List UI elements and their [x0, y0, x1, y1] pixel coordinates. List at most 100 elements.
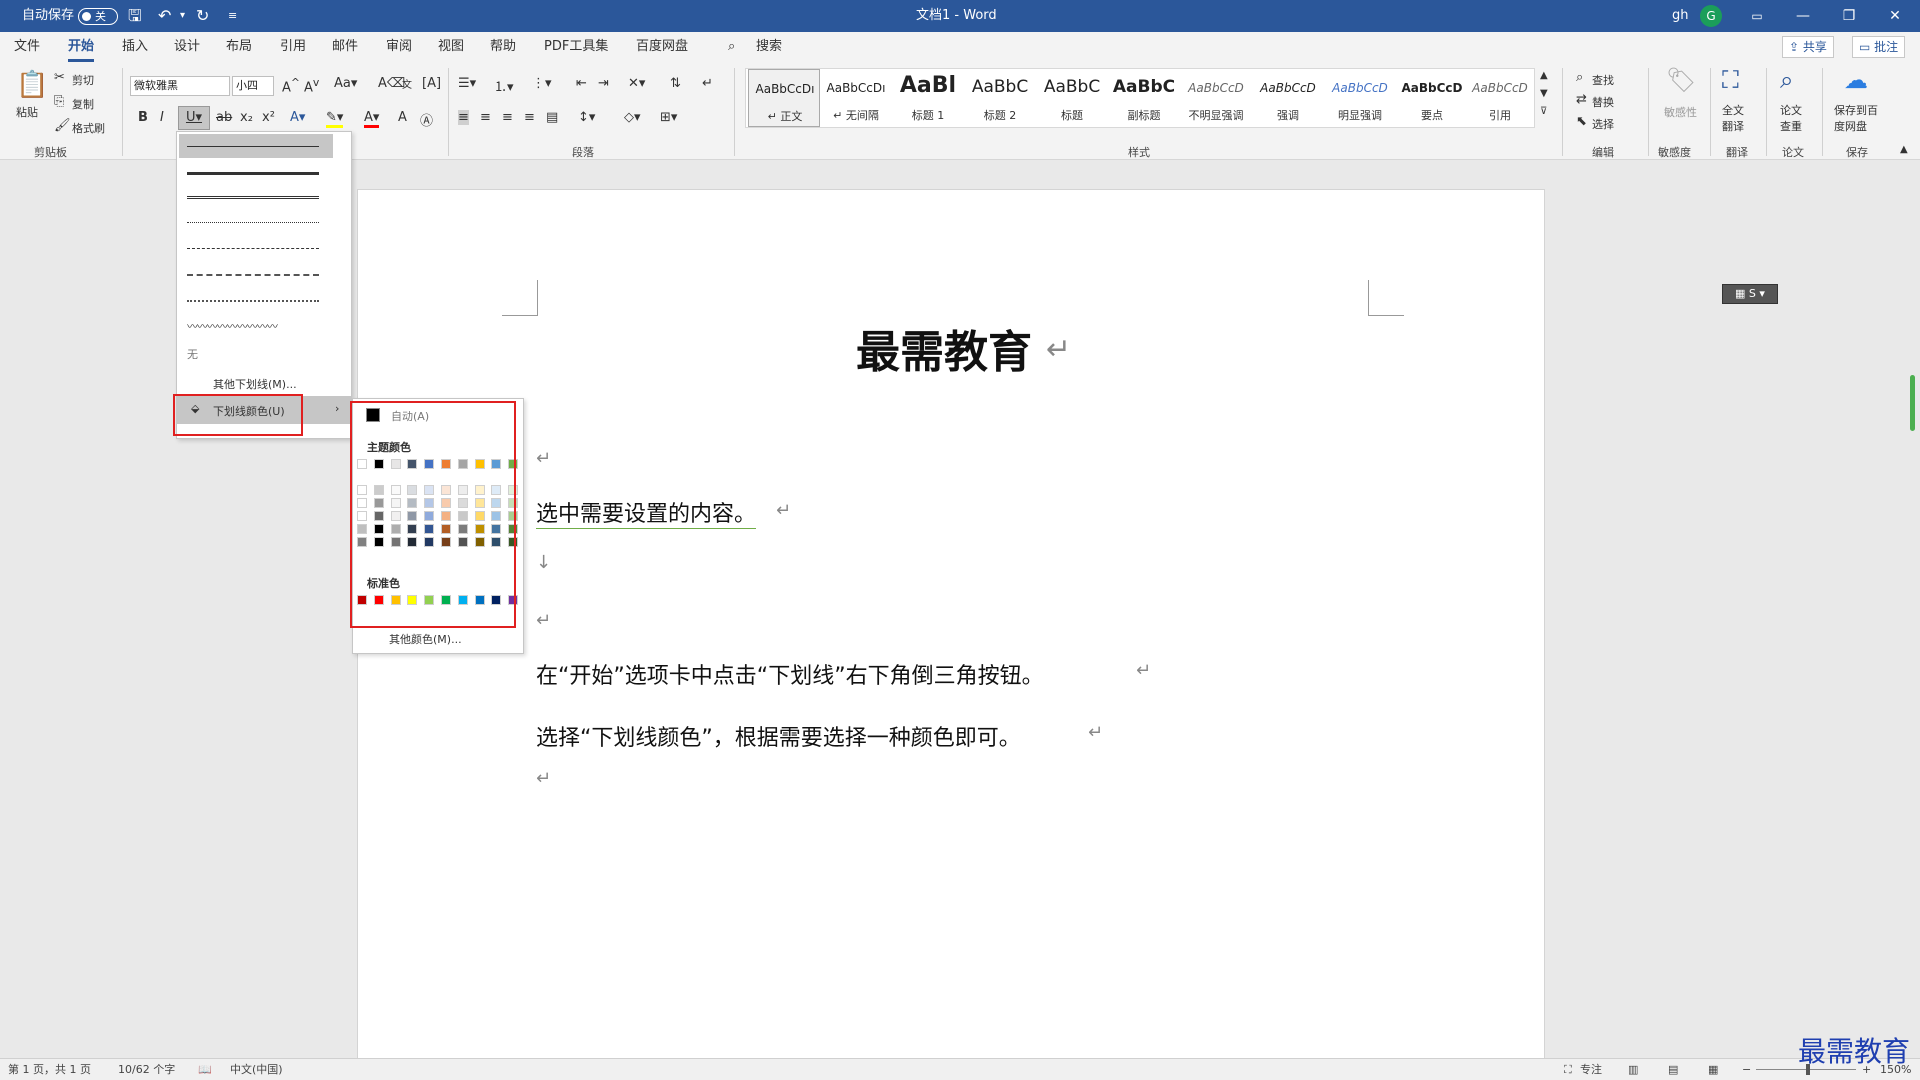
document-heading[interactable]: 最需教育: [856, 316, 1032, 380]
styles-scroll-down-icon[interactable]: ▼: [1540, 88, 1548, 99]
underline-style-double[interactable]: [187, 196, 319, 199]
tab-file[interactable]: 文件: [14, 32, 40, 62]
style-normal[interactable]: AaBbCcDı ↵ 正文: [748, 69, 820, 127]
paste-icon[interactable]: 📋: [16, 70, 48, 100]
sort-icon[interactable]: ⇅: [670, 76, 681, 91]
style-emphasis[interactable]: AaBbCcD 强调: [1252, 69, 1324, 127]
tab-pdf-tools[interactable]: PDF工具集: [544, 32, 608, 62]
align-right-icon[interactable]: ≡: [502, 110, 513, 125]
tab-mailings[interactable]: 邮件: [332, 32, 358, 62]
superscript-icon[interactable]: x²: [262, 110, 275, 125]
style-quote[interactable]: AaBbCcD 引用: [1468, 69, 1532, 127]
find-label[interactable]: 查找: [1592, 72, 1614, 88]
cut-icon[interactable]: ✂: [54, 70, 65, 85]
replace-icon[interactable]: ⇄: [1576, 92, 1587, 107]
bold-icon[interactable]: B: [138, 110, 148, 125]
multilevel-list-icon[interactable]: ⋮▾: [532, 76, 552, 91]
font-size-combo[interactable]: 小四: [232, 76, 274, 96]
style-no-spacing[interactable]: AaBbCcDı ↵ 无间隔: [820, 69, 892, 127]
customize-toolbar-icon[interactable]: ≡: [228, 0, 237, 32]
tab-home[interactable]: 开始: [68, 32, 95, 62]
tab-baidu-netdisk[interactable]: 百度网盘: [636, 32, 688, 62]
align-center-icon[interactable]: ≡: [480, 110, 491, 125]
font-color-icon[interactable]: A▾: [364, 110, 380, 128]
share-button[interactable]: ⇪ 共享: [1782, 36, 1834, 58]
tab-design[interactable]: 设计: [174, 32, 200, 62]
doc-line-2[interactable]: 在“开始”选项卡中点击“下划线”右下角倒三角按钮。: [536, 658, 1044, 690]
line-spacing-icon[interactable]: ↕▾: [578, 110, 595, 125]
style-subtitle[interactable]: AaBbC 副标题: [1108, 69, 1180, 127]
more-underlines[interactable]: 其他下划线(M)...: [213, 376, 297, 392]
format-painter-icon[interactable]: 🖌: [54, 118, 71, 133]
chinese-layout-icon[interactable]: ✕▾: [628, 76, 645, 91]
tab-layout[interactable]: 布局: [226, 32, 252, 62]
highlight-icon[interactable]: ✎▾: [326, 110, 344, 128]
underline-style-dash-dot-dot[interactable]: [187, 300, 319, 302]
style-heading-2[interactable]: AaBbC 标题 2: [964, 69, 1036, 127]
proofing-icon[interactable]: 📖: [198, 1059, 212, 1080]
word-count[interactable]: 10/62 个字: [118, 1059, 175, 1080]
tab-help[interactable]: 帮助: [490, 32, 516, 62]
change-case-icon[interactable]: Aa▾: [334, 76, 357, 91]
underline-style-dash-dot[interactable]: [187, 274, 319, 276]
bullets-icon[interactable]: ☰▾: [458, 76, 476, 91]
show-marks-icon[interactable]: ↵: [702, 76, 713, 91]
tab-insert[interactable]: 插入: [122, 32, 148, 62]
char-border-icon[interactable]: [A]: [422, 76, 441, 91]
save-netdisk-button-label[interactable]: 保存到百度网盘: [1834, 102, 1886, 134]
align-left-icon[interactable]: ≡: [458, 110, 469, 125]
undo-dropdown-icon[interactable]: ▾: [180, 0, 185, 32]
search-label[interactable]: 搜索: [756, 32, 782, 62]
tab-view[interactable]: 视图: [438, 32, 464, 62]
enclose-char-icon[interactable]: Ⓐ: [420, 110, 433, 129]
collapse-ribbon-icon[interactable]: ▲: [1900, 144, 1908, 155]
style-intense-emphasis[interactable]: AaBbCcD 明显强调: [1324, 69, 1396, 127]
underline-style-thick[interactable]: [187, 172, 319, 175]
underline-style-dotted[interactable]: [187, 222, 319, 223]
avatar[interactable]: G: [1700, 5, 1722, 27]
shrink-font-icon[interactable]: Av: [304, 76, 319, 95]
tab-references[interactable]: 引用: [280, 32, 306, 62]
document-page[interactable]: 最需教育 ↵ ↵ 选中需要设置的内容。 ↵ ↓ ↵ 在“开始”选项卡中点击“下划…: [357, 189, 1545, 1080]
font-name-combo[interactable]: 微软雅黑: [130, 76, 230, 96]
text-effects-icon[interactable]: A▾: [290, 110, 305, 125]
translate-icon[interactable]: ⛶: [1722, 66, 1739, 94]
decrease-indent-icon[interactable]: ⇤: [576, 76, 587, 91]
web-layout-icon[interactable]: ▦: [1708, 1059, 1718, 1080]
minimize-icon[interactable]: —: [1780, 0, 1826, 32]
styles-more-icon[interactable]: ⊽: [1540, 106, 1547, 117]
search-icon[interactable]: ⌕: [728, 32, 735, 62]
save-icon[interactable]: 🖫: [128, 0, 142, 32]
italic-icon[interactable]: I: [160, 110, 164, 125]
copy-label[interactable]: 复制: [72, 96, 94, 112]
select-label[interactable]: 选择: [1592, 116, 1614, 132]
sensitivity-icon[interactable]: 🏷: [1666, 66, 1696, 94]
cut-label[interactable]: 剪切: [72, 72, 94, 88]
find-icon[interactable]: ⌕: [1576, 70, 1583, 85]
doc-line-3[interactable]: 选择“下划线颜色”，根据需要选择一种颜色即可。: [536, 720, 1021, 752]
underline-style-dashed[interactable]: [187, 248, 319, 249]
restore-icon[interactable]: ❐: [1826, 0, 1872, 32]
replace-label[interactable]: 替换: [1592, 94, 1614, 110]
close-icon[interactable]: ✕: [1872, 0, 1918, 32]
grow-font-icon[interactable]: A^: [282, 76, 300, 95]
subscript-icon[interactable]: x₂: [240, 110, 253, 125]
char-shading-icon[interactable]: A: [398, 110, 407, 125]
scrollbar-thumb[interactable]: [1910, 375, 1915, 431]
style-strong[interactable]: AaBbCcD 要点: [1396, 69, 1468, 127]
zoom-out-icon[interactable]: −: [1742, 1059, 1751, 1080]
translate-button-label[interactable]: 全文翻译: [1722, 102, 1754, 134]
page-count[interactable]: 第 1 页，共 1 页: [8, 1059, 91, 1080]
paper-check-icon[interactable]: ⌕: [1780, 66, 1793, 94]
more-colors[interactable]: 其他颜色(M)...: [389, 631, 462, 647]
strikethrough-icon[interactable]: ab: [216, 110, 232, 125]
underline-none[interactable]: 无: [187, 346, 198, 362]
read-mode-icon[interactable]: ▥: [1628, 1059, 1638, 1080]
ribbon-display-icon[interactable]: ▭: [1734, 0, 1780, 32]
style-title[interactable]: AaBbC 标题: [1036, 69, 1108, 127]
doc-line-selected[interactable]: 选中需要设置的内容。: [536, 496, 757, 529]
focus-label[interactable]: 专注: [1580, 1059, 1602, 1080]
sensitivity-button-label[interactable]: 敏感性: [1664, 104, 1700, 120]
undo-icon[interactable]: ↶: [158, 0, 171, 32]
language[interactable]: 中文(中国): [230, 1059, 283, 1080]
